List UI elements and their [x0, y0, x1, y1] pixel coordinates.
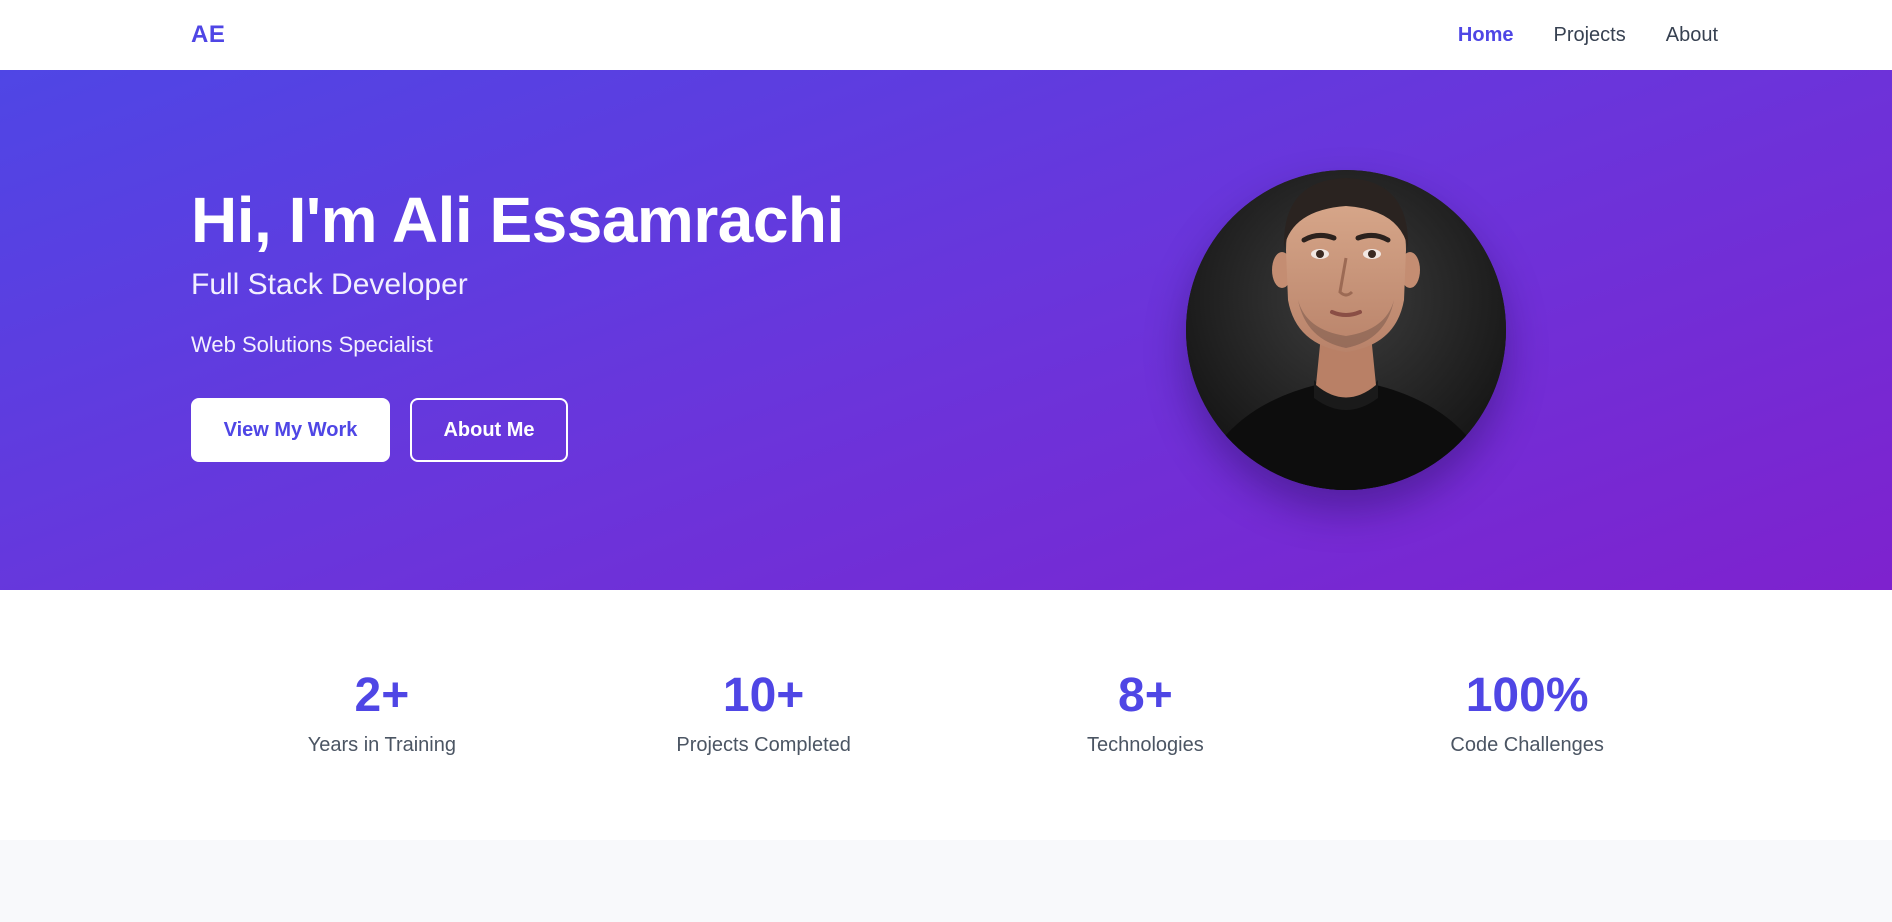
nav-link-about[interactable]: About [1666, 24, 1718, 47]
navbar: AE Home Projects About [0, 0, 1892, 70]
page: AE Home Projects About Hi, I'm Ali Essam… [0, 0, 1892, 922]
stats-section: 2+ Years in Training 10+ Projects Comple… [0, 590, 1892, 840]
nav-link-projects[interactable]: Projects [1553, 24, 1625, 47]
stat-value: 2+ [354, 669, 410, 722]
stat-label: Technologies [1087, 734, 1204, 756]
stat-item: 8+ Technologies [955, 590, 1337, 840]
profile-portrait-icon [1186, 170, 1506, 490]
hero-title: Hi, I'm Ali Essamrachi [191, 184, 844, 256]
stat-item: 100% Code Challenges [1336, 590, 1718, 840]
stat-item: 2+ Years in Training [191, 590, 573, 840]
hero-text: Hi, I'm Ali Essamrachi Full Stack Develo… [191, 182, 844, 462]
stat-value: 8+ [1118, 669, 1173, 722]
stat-label: Projects Completed [676, 734, 851, 756]
stat-value: 10+ [722, 669, 805, 722]
stat-label: Code Challenges [1450, 734, 1604, 756]
stat-item: 10+ Projects Completed [573, 590, 955, 840]
nav-links: Home Projects About [1458, 24, 1718, 47]
profile-photo [1186, 170, 1506, 490]
about-me-button[interactable]: About Me [410, 398, 568, 462]
logo-link[interactable]: AE [191, 21, 225, 49]
view-my-work-button[interactable]: View My Work [191, 398, 390, 462]
hero-buttons: View My Work About Me [191, 398, 844, 462]
stat-label: Years in Training [307, 734, 456, 756]
nav-link-home[interactable]: Home [1458, 24, 1514, 47]
hero-tagline: Web Solutions Specialist [191, 332, 433, 357]
hero-section: Hi, I'm Ali Essamrachi Full Stack Develo… [0, 70, 1892, 590]
next-section-background [0, 840, 1892, 922]
stat-value: 100% [1465, 669, 1589, 722]
hero-subtitle: Full Stack Developer [191, 268, 468, 301]
